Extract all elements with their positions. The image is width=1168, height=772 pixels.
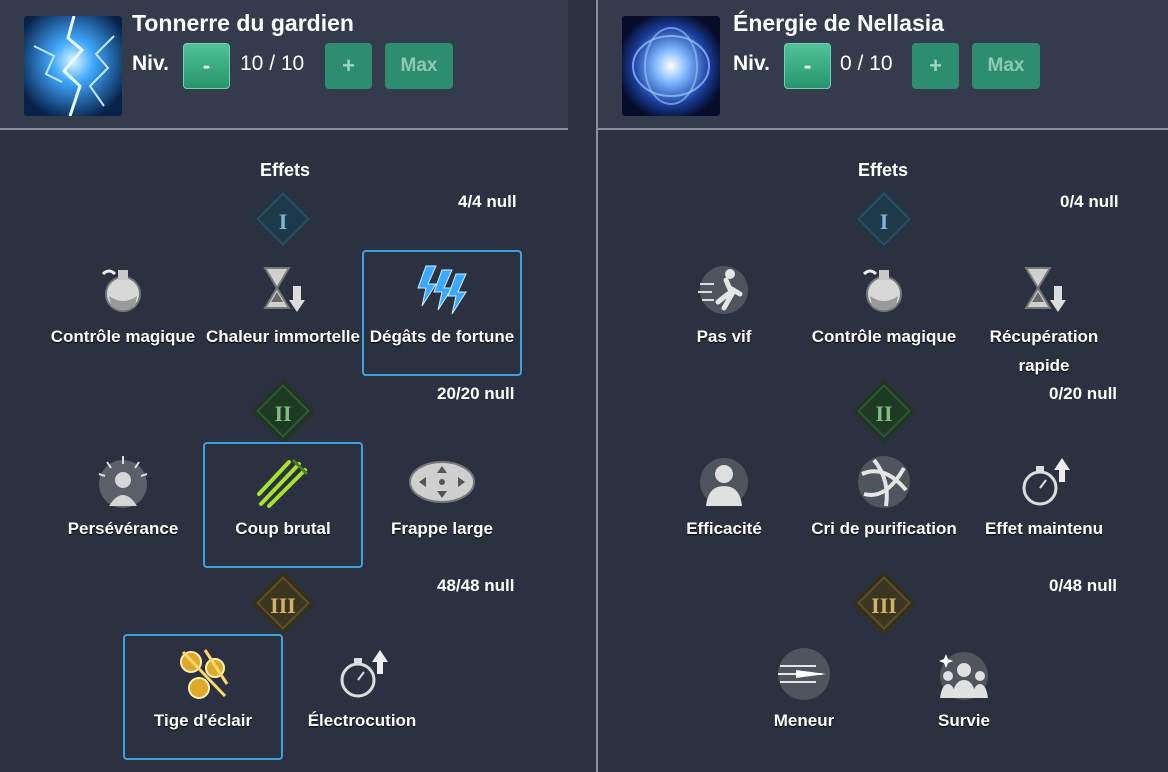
effect-node-tige-declair[interactable]: Tige d'éclair [123,634,283,760]
effect-label: Contrôle magique [811,327,957,346]
level-label: Niv. [132,52,169,75]
effect-node-meneur[interactable]: Meneur [724,636,884,762]
effects-heading: Effets [857,160,908,180]
golden-orbs-icon [175,646,231,702]
effect-node-controle-magique[interactable]: Contrôle magique [43,252,203,378]
level-increase-button[interactable]: + [325,43,372,89]
effect-node-controle-magique[interactable]: Contrôle magique [804,252,964,378]
skill-header: Énergie de Nellasia Niv. - 0 / 10 + Max [598,0,1168,130]
level-label: Niv. [733,52,770,75]
skill-header: Tonnerre du gardien Niv. - 10 / 10 + Max [0,0,568,130]
effect-node-chaleur-immortelle[interactable]: Chaleur immortelle [203,252,363,378]
effect-node-degats-de-fortune[interactable]: Dégâts de fortune [362,250,522,376]
effect-label: Frappe large [390,519,494,538]
dash-blade-icon [776,646,832,702]
effect-node-perseverance[interactable]: Persévérance [43,444,203,570]
effect-label: Récupération rapide [989,327,1099,375]
effect-node-survie[interactable]: Survie [884,636,1044,762]
rank-3-badge: III [857,576,911,630]
level-decrease-button[interactable]: - [784,43,831,89]
tier-2-count: 20/20 null [437,384,515,403]
effect-node-efficacite[interactable]: Efficacité [644,444,804,570]
effect-node-cri-de-purification[interactable]: Cri de purification [804,444,964,570]
tier-3-count: 48/48 null [437,576,515,595]
effect-label: Dégâts de fortune [369,327,515,346]
effect-node-pas-vif[interactable]: Pas vif [644,252,804,378]
thunder-skill-icon [24,16,122,116]
person-icon [696,454,752,510]
effects-heading: Effets [259,160,310,180]
potion-icon [95,262,151,318]
swirl-icon [856,454,912,510]
rank-2-badge: II [256,384,310,438]
potion-icon [856,262,912,318]
hourglass-down-icon [1016,262,1072,318]
tier-1-count: 4/4 null [458,192,517,211]
crowd-icon [936,646,992,702]
effect-node-effet-maintenu[interactable]: Effet maintenu [964,444,1124,570]
effect-label: Électrocution [307,711,417,730]
tier-2-count: 0/20 null [1049,384,1118,403]
level-increase-button[interactable]: + [912,43,959,89]
level-decrease-button[interactable]: - [183,43,230,89]
rank-1-badge: I [857,192,911,246]
stopwatch-up-icon [1016,454,1072,510]
effect-node-electrocution[interactable]: Électrocution [282,636,442,762]
skill-title: Énergie de Nellasia [733,10,944,36]
skill-title: Tonnerre du gardien [132,10,354,36]
tier-1-count: 0/4 null [1060,192,1119,211]
slash-icon [255,454,311,510]
level-value: 10 / 10 [240,52,305,75]
effect-label: Survie [938,711,990,730]
rank-3-badge: III [256,576,310,630]
effect-node-recuperation-rapide[interactable]: Récupération rapide [964,252,1124,378]
spread-arrows-icon [409,454,475,510]
hourglass-down-icon [255,262,311,318]
tier-3-count: 0/48 null [1049,576,1118,595]
effect-label: Effet maintenu [984,519,1104,538]
running-icon [696,262,752,318]
rank-2-badge: II [857,384,911,438]
lightning-icon [414,262,470,318]
level-max-button[interactable]: Max [972,43,1040,89]
person-aura-icon [95,454,151,510]
energy-skill-icon [622,16,720,116]
effect-node-frappe-large[interactable]: Frappe large [362,444,522,570]
skill-panel-left: Tonnerre du gardien Niv. - 10 / 10 + Max… [0,0,570,772]
rank-1-badge: I [256,192,310,246]
skill-panel-right: Énergie de Nellasia Niv. - 0 / 10 + Max … [598,0,1168,772]
level-max-button[interactable]: Max [385,43,453,89]
effect-node-coup-brutal[interactable]: Coup brutal [203,442,363,568]
stopwatch-up-icon [334,646,390,702]
level-value: 0 / 10 [840,52,893,75]
